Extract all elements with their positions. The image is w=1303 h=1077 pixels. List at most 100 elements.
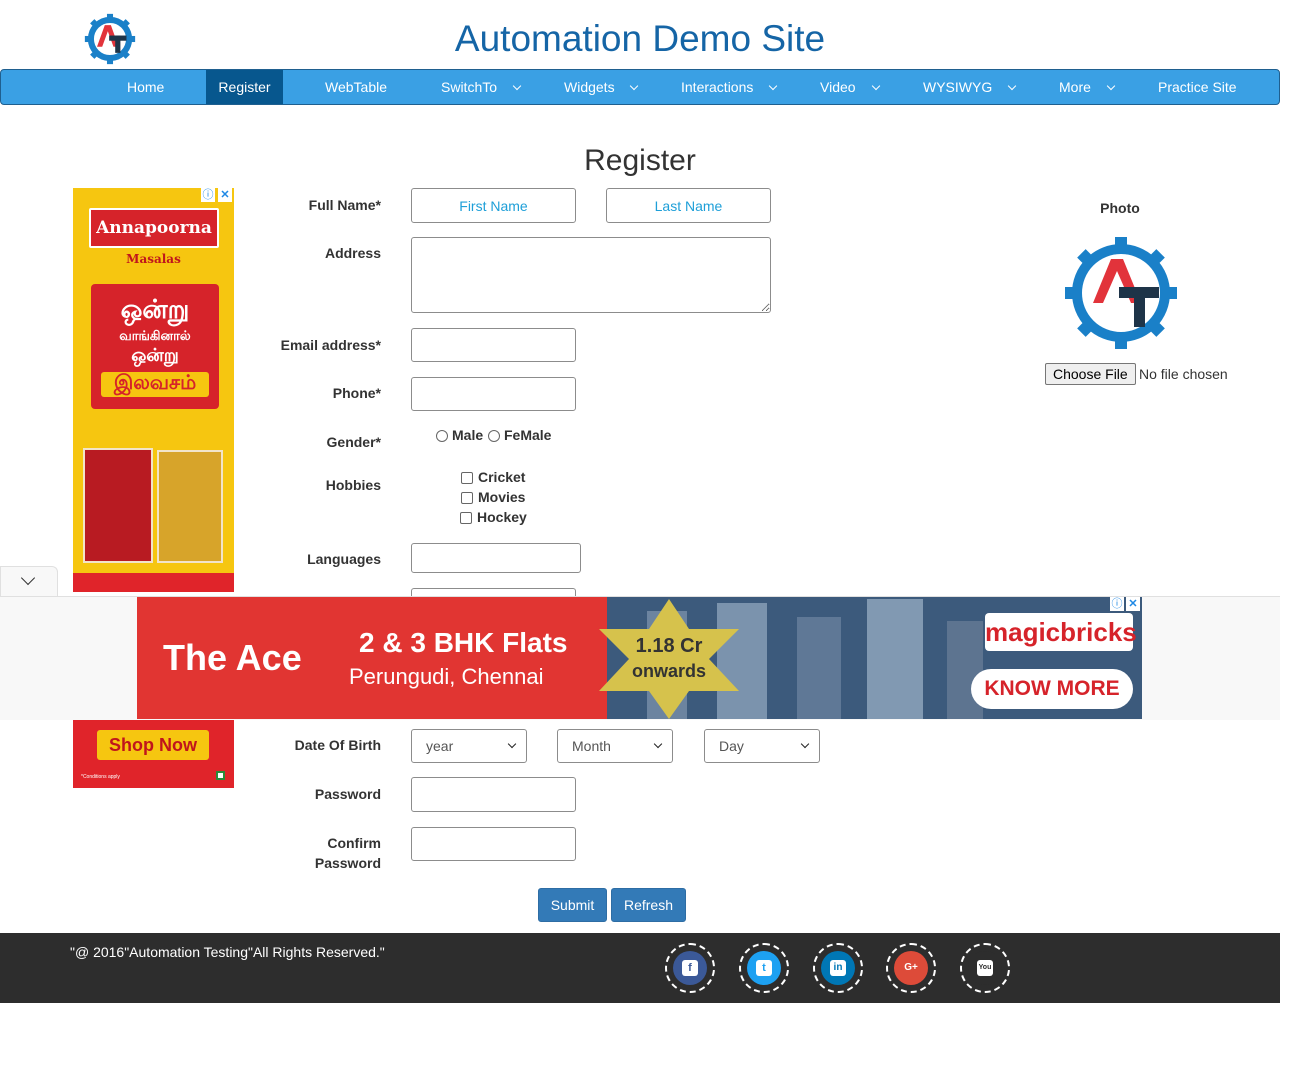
- ad-location: Perungudi, Chennai: [349, 664, 544, 689]
- ad-offer-box: ஒன்று வாங்கினால் ஒன்று இலவசம்: [91, 284, 219, 409]
- dob-day-select[interactable]: Day: [704, 729, 820, 763]
- nav-interactions[interactable]: Interactions: [681, 70, 753, 104]
- ad-line2: வாங்கினால்: [119, 328, 191, 343]
- password-input[interactable]: [411, 777, 576, 812]
- ad-collapse-toggle[interactable]: [0, 566, 58, 596]
- veg-mark-icon: [216, 771, 225, 780]
- ad-brand: Annapoorna: [89, 208, 219, 248]
- copyright-text: "@ 2016"Automation Testing"All Rights Re…: [70, 944, 385, 960]
- languages-multiselect[interactable]: [411, 543, 581, 573]
- nav-home[interactable]: Home: [127, 70, 164, 104]
- page-title: Register: [584, 144, 696, 177]
- ad-close-icon[interactable]: ✕: [1126, 597, 1140, 611]
- ad-price-note: onwards: [631, 661, 706, 681]
- ad-sub: Masalas: [126, 252, 181, 266]
- phone-input[interactable]: [411, 377, 576, 411]
- chevron-down-icon: [507, 739, 517, 749]
- price-star-badge: [599, 599, 739, 719]
- choose-file-button[interactable]: Choose File: [1045, 363, 1136, 385]
- chevron-down-icon[interactable]: [1106, 81, 1116, 91]
- ad-close-icon[interactable]: ✕: [218, 188, 232, 202]
- left-advertisement[interactable]: ⓘ ✕ Annapoorna Masalas ஒன்று வாங்கினால் …: [73, 188, 234, 592]
- first-name-input[interactable]: [411, 188, 576, 223]
- ad-know-more-button[interactable]: KNOW MORE: [971, 669, 1133, 709]
- hobby-cricket-checkbox[interactable]: [461, 472, 473, 484]
- banner-advertisement[interactable]: The Ace 2 & 3 BHK Flats Perungudi, Chenn…: [137, 597, 1142, 719]
- dob-month-value: Month: [572, 738, 611, 754]
- chevron-down-icon[interactable]: [629, 81, 639, 91]
- chevron-down-icon[interactable]: [768, 81, 778, 91]
- gender-female-radio[interactable]: [488, 430, 500, 442]
- last-name-input[interactable]: [606, 188, 771, 223]
- twitter-icon: t: [747, 951, 781, 985]
- ad-product-pack-2: [157, 450, 223, 563]
- gender-male-text: Male: [452, 427, 484, 443]
- ad-fine-print: *Conditions apply: [81, 774, 120, 780]
- nav-register[interactable]: Register: [206, 70, 283, 104]
- chevron-down-icon: [653, 739, 663, 749]
- ad-product-pack-1: [83, 448, 153, 563]
- youtube-link[interactable]: You: [960, 943, 1010, 993]
- ad-project-name: The Ace: [163, 637, 302, 678]
- nav-wysiwyg[interactable]: WYSIWYG: [923, 70, 992, 104]
- ad-info-icon[interactable]: ⓘ: [201, 188, 215, 202]
- nav-practice-site[interactable]: Practice Site: [1158, 70, 1237, 104]
- twitter-glyph: t: [756, 960, 772, 976]
- google-plus-link[interactable]: G+: [886, 943, 936, 993]
- hobby-hockey-text: Hockey: [477, 509, 527, 525]
- ad-advertiser-logo: magicbricks: [985, 613, 1137, 651]
- dob-month-select[interactable]: Month: [557, 729, 673, 763]
- linkedin-link[interactable]: in: [813, 943, 863, 993]
- photo-preview-logo: [1065, 237, 1177, 349]
- chevron-down-icon[interactable]: [871, 81, 881, 91]
- no-file-text: No file chosen: [1139, 366, 1228, 382]
- address-textarea[interactable]: [411, 237, 771, 313]
- google-plus-glyph: G+: [904, 962, 918, 973]
- nav-widgets[interactable]: Widgets: [564, 70, 615, 104]
- dob-year-value: year: [426, 738, 454, 754]
- gender-female-text: FeMale: [504, 427, 552, 443]
- refresh-button[interactable]: Refresh: [611, 888, 686, 922]
- confirm-password-input[interactable]: [411, 827, 576, 861]
- nav-switchto[interactable]: SwitchTo: [441, 70, 497, 104]
- dob-label: Date Of Birth: [294, 737, 381, 753]
- gender-male-radio[interactable]: [436, 430, 448, 442]
- twitter-link[interactable]: t: [739, 943, 789, 993]
- confirm-password-label-line1: Confirm: [327, 835, 381, 851]
- facebook-icon: f: [673, 951, 707, 985]
- linkedin-glyph: in: [830, 960, 846, 976]
- email-input[interactable]: [411, 328, 576, 362]
- submit-button[interactable]: Submit: [538, 888, 607, 922]
- nav-webtable[interactable]: WebTable: [325, 70, 387, 104]
- main-navbar: Home Register WebTable SwitchTo Widgets …: [0, 69, 1280, 105]
- chevron-down-icon: [800, 739, 810, 749]
- site-title: Automation Demo Site: [454, 18, 826, 59]
- chevron-down-icon[interactable]: [1007, 81, 1017, 91]
- chevron-down-icon[interactable]: [512, 81, 522, 91]
- ad-headline: 2 & 3 BHK Flats: [359, 627, 568, 658]
- password-label: Password: [314, 786, 381, 802]
- facebook-glyph: f: [682, 960, 698, 976]
- youtube-icon: You: [968, 951, 1002, 985]
- ad-line3: ஒன்று: [131, 345, 179, 365]
- hobby-movies-checkbox[interactable]: [461, 492, 473, 504]
- hobby-cricket-text: Cricket: [478, 469, 526, 485]
- ad-price-strip: [73, 573, 234, 592]
- dob-day-value: Day: [719, 738, 744, 754]
- chevron-down-icon: [20, 570, 36, 586]
- hobby-hockey-checkbox[interactable]: [460, 512, 472, 524]
- youtube-glyph: You: [977, 960, 993, 976]
- facebook-link[interactable]: f: [665, 943, 715, 993]
- ad-line4: இலவசம்: [101, 372, 209, 397]
- nav-more[interactable]: More: [1059, 70, 1091, 104]
- confirm-password-label-line2: Password: [314, 855, 381, 871]
- nav-video[interactable]: Video: [820, 70, 856, 104]
- left-ad-cta-area[interactable]: Shop Now *Conditions apply: [73, 720, 234, 788]
- ad-line1: ஒன்று: [120, 294, 190, 324]
- ad-info-icon[interactable]: ⓘ: [1110, 597, 1124, 611]
- google-plus-icon: G+: [894, 951, 928, 985]
- ad-price: 1.18 Cr: [635, 635, 703, 657]
- photo-label: Photo: [1100, 200, 1140, 216]
- linkedin-icon: in: [821, 951, 855, 985]
- dob-year-select[interactable]: year: [411, 729, 527, 763]
